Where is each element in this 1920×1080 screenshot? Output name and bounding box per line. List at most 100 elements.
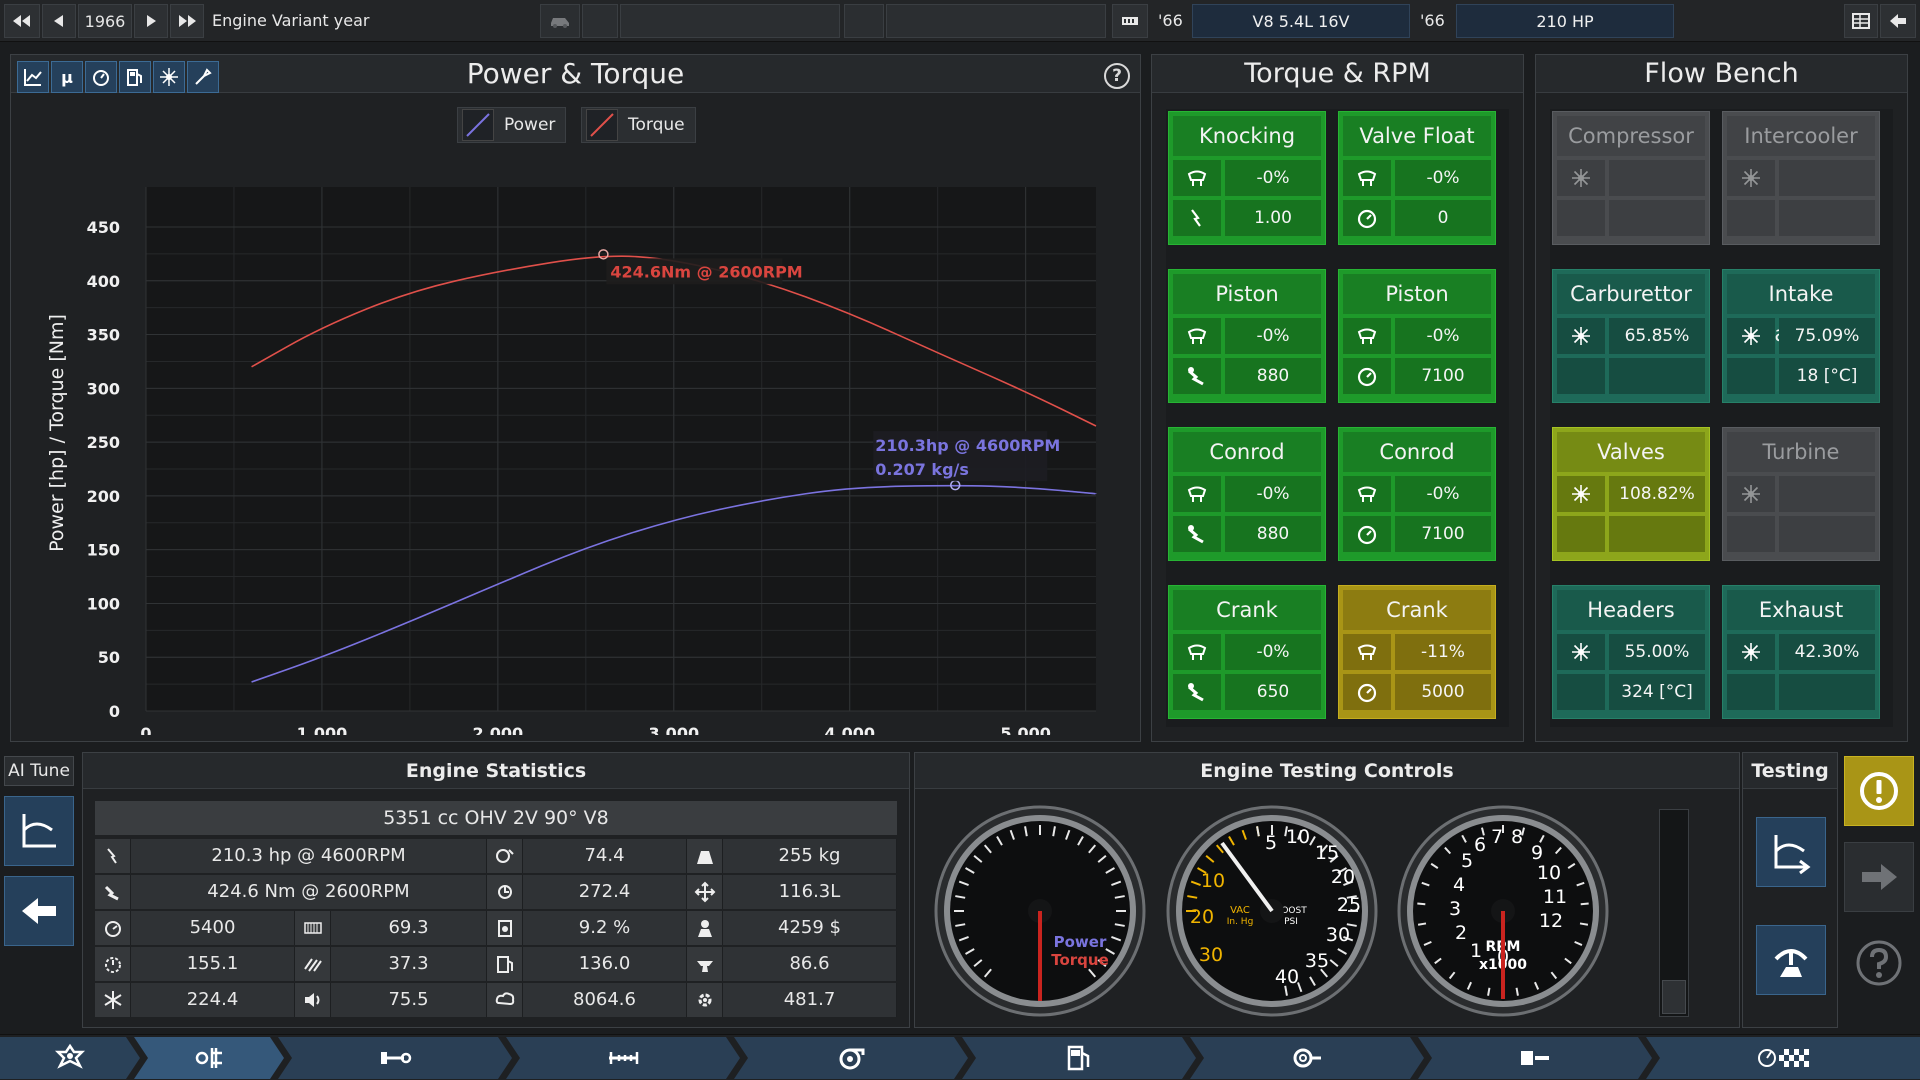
status-icon-slot [1343, 516, 1391, 552]
status-card[interactable]: Conrod -0% 880 [1168, 427, 1326, 561]
status-card[interactable]: Knocking -0% 1.00 [1168, 111, 1326, 245]
status-card[interactable]: Valve Float -0% 0 [1338, 111, 1496, 245]
status-card[interactable]: Intake Manifold75.09% 18 [°C] [1722, 269, 1880, 403]
ai-tune-label[interactable]: AI Tune [4, 756, 74, 786]
status-card-row: 324 [°C] [1557, 674, 1705, 710]
stat-value: 69.3 [331, 911, 487, 945]
year-field[interactable]: 1966 [78, 4, 132, 38]
fuel-tool-button[interactable] [119, 61, 151, 93]
status-card-row: 650 [1173, 674, 1321, 710]
friction-icon [1357, 328, 1377, 344]
rpm-number: 9 [1531, 842, 1543, 864]
rpm-tick [1417, 922, 1427, 926]
rpm-tick [1417, 902, 1426, 906]
status-card-title: Intake Manifold [1727, 274, 1875, 346]
torque-peak-label: 424.6Nm @ 2600RPM [610, 262, 802, 281]
nav-bottom-end-tab[interactable] [278, 1037, 512, 1079]
rpm-gauge-icon [1357, 367, 1377, 387]
status-card-row [1557, 160, 1705, 196]
nav-fuel-tab[interactable] [962, 1037, 1196, 1079]
friction-tool-button[interactable]: μ [51, 61, 83, 93]
stat-value: 37.3 [331, 947, 487, 981]
y-tick-label: 0 [109, 702, 120, 721]
fuel-pump-icon [127, 69, 142, 86]
torque-wrench-icon [1188, 525, 1204, 544]
status-value: 65.85% [1609, 318, 1705, 354]
status-card[interactable]: Intercooler [1722, 111, 1880, 245]
nav-layout-tab[interactable] [134, 1037, 284, 1079]
dyno-test-button[interactable] [1756, 817, 1826, 887]
status-icon-slot [1343, 476, 1391, 512]
status-card-title: Compressor [1557, 116, 1705, 156]
throttle-slider[interactable] [1659, 809, 1689, 1017]
arrow-left-icon [22, 898, 56, 924]
gauge-tool-button[interactable] [85, 61, 117, 93]
status-card[interactable]: Crank -11% 5000 [1338, 585, 1496, 719]
status-card[interactable]: Carburettor 65.85% [1552, 269, 1710, 403]
run-engine-button[interactable] [1756, 925, 1826, 995]
status-card[interactable]: Turbine [1722, 427, 1880, 561]
psi-label: PSI [1284, 917, 1298, 927]
curve-graph-icon [1774, 835, 1811, 875]
back-button[interactable] [1880, 4, 1916, 38]
ai-back-button[interactable] [4, 876, 74, 946]
status-card-title: Conrod [1173, 432, 1321, 472]
help-button[interactable] [1844, 928, 1914, 998]
status-card[interactable]: Compressor [1552, 111, 1710, 245]
redline-rpm-value: 5400 [131, 911, 295, 945]
status-card[interactable]: Piston -0% 880 [1168, 269, 1326, 403]
stats-row: 155.1 37.3 136.0 86.6 [95, 947, 897, 981]
cooling-tool-button[interactable] [153, 61, 185, 93]
legend-power[interactable]: Power [457, 107, 567, 143]
next-button[interactable] [1844, 842, 1914, 912]
next-year-button[interactable] [134, 4, 168, 38]
throttle-slider-handle[interactable] [1662, 980, 1686, 1014]
exhaust-icon [1290, 1043, 1324, 1073]
engine-testing-controls-title: Engine Testing Controls [915, 753, 1739, 789]
status-card-title: Turbine [1727, 432, 1875, 472]
status-card-row: -0% [1173, 476, 1321, 512]
status-card[interactable]: Conrod -0% 7100 [1338, 427, 1496, 561]
engine-family-name[interactable]: V8 5.4L 16V [1192, 4, 1410, 38]
status-value [1779, 200, 1875, 236]
rpm-number: 8 [1511, 826, 1523, 848]
warning-button[interactable] [1844, 756, 1914, 826]
status-card[interactable]: Exhaust 42.30% [1722, 585, 1880, 719]
first-year-button[interactable] [4, 4, 40, 38]
nav-family-tab[interactable] [0, 1037, 140, 1079]
graph-icon [24, 69, 42, 86]
engine-family-button[interactable] [1112, 4, 1148, 38]
graph-tool-button[interactable] [17, 61, 49, 93]
mu-icon: μ [61, 68, 73, 87]
help-button[interactable]: ? [1104, 63, 1130, 89]
tune-tool-button[interactable] [187, 61, 219, 93]
status-card-row [1557, 358, 1705, 394]
stats-row: 5400 69.3 9.2 % 4259 $ [95, 911, 897, 945]
nav-testing-tab[interactable] [1646, 1037, 1920, 1079]
x-tick-label: 1,000 [297, 724, 348, 735]
prev-year-button[interactable] [42, 4, 76, 38]
status-card[interactable]: Crank -0% 650 [1168, 585, 1326, 719]
empty-slot-3 [844, 4, 884, 38]
nav-exhaust-tab[interactable] [1190, 1037, 1424, 1079]
y-tick-label: 400 [87, 272, 120, 291]
last-year-button[interactable] [170, 4, 204, 38]
engine-power-display[interactable]: 210 HP [1456, 4, 1674, 38]
status-icon-slot [1727, 516, 1775, 552]
status-card[interactable]: Headers 55.00% 324 [°C] [1552, 585, 1710, 719]
ai-tune-column: AI Tune [0, 752, 78, 1032]
status-card[interactable]: Piston -0% 7100 [1338, 269, 1496, 403]
status-card[interactable]: Valves 108.82% [1552, 427, 1710, 561]
status-value: 1.00 [1225, 200, 1321, 236]
nav-top-end-tab[interactable] [506, 1037, 740, 1079]
nav-tuning-tab[interactable] [1418, 1037, 1652, 1079]
radiator-icon [160, 68, 178, 86]
legend-torque[interactable]: Torque [581, 107, 696, 143]
report-button[interactable] [1844, 4, 1878, 38]
stat-value: 74.4 [523, 839, 687, 873]
nav-aspiration-tab[interactable] [734, 1037, 968, 1079]
car-slot[interactable] [540, 4, 580, 38]
engine-cost-value: 4259 $ [723, 911, 897, 945]
friction-icon [1187, 170, 1207, 186]
ai-tune-graph-button[interactable] [4, 796, 74, 866]
